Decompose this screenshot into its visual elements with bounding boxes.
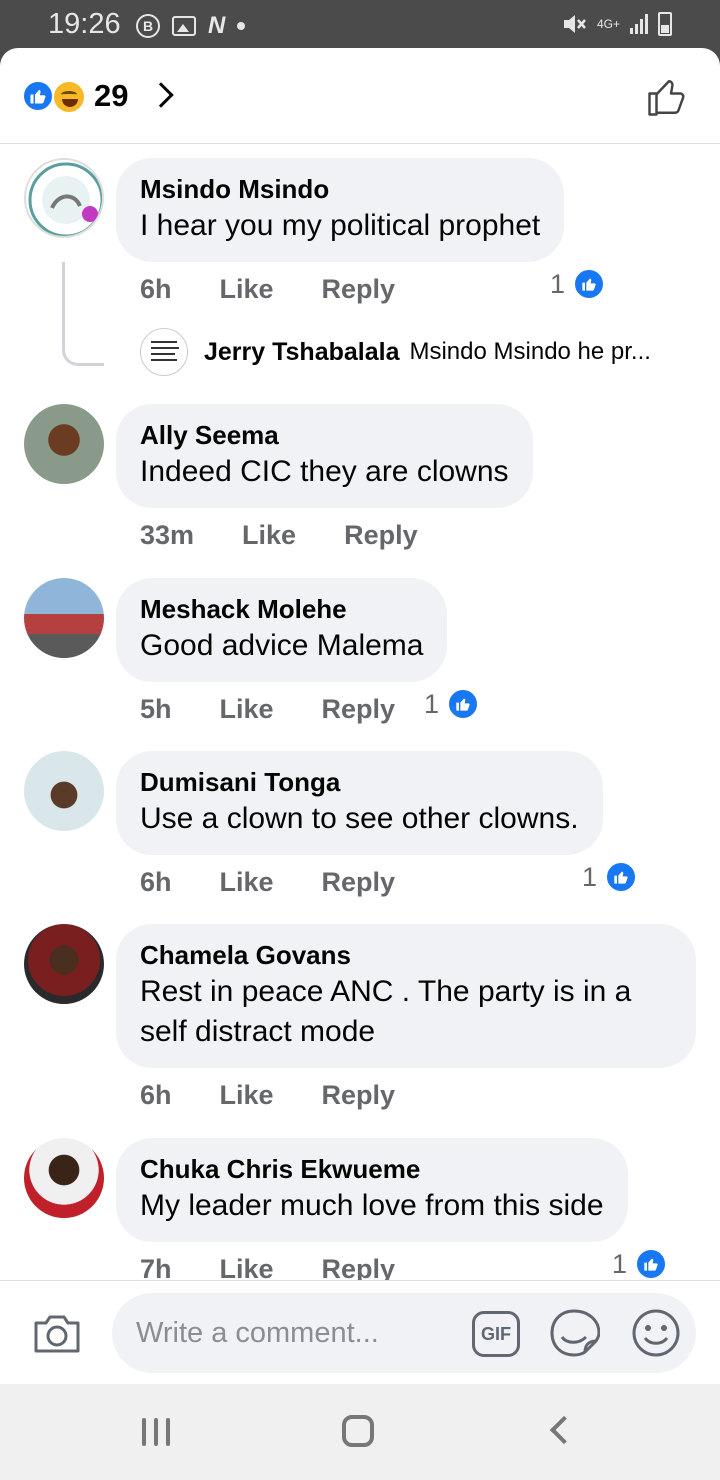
comment-text: My leader much love from this side bbox=[140, 1189, 604, 1222]
comment-composer: GIF bbox=[0, 1280, 720, 1384]
avatar[interactable] bbox=[24, 751, 104, 831]
reply-button[interactable]: Reply bbox=[344, 520, 418, 551]
like-badge-icon bbox=[605, 861, 638, 893]
comment-text: Use a clown to see other clowns. bbox=[140, 802, 579, 835]
like-count: 1 bbox=[550, 268, 566, 299]
reply-button[interactable]: Reply bbox=[322, 274, 396, 305]
comment-bubble[interactable]: Msindo Msindo I hear you my political pr… bbox=[116, 158, 565, 262]
reply-button[interactable]: Reply bbox=[322, 694, 396, 725]
comment-time: 6h bbox=[140, 274, 172, 304]
haha-reaction-icon bbox=[52, 80, 86, 114]
like-badge-icon bbox=[447, 688, 480, 720]
avatar[interactable] bbox=[24, 924, 104, 1004]
reactions-header[interactable]: 29 bbox=[0, 48, 720, 144]
comment-text: Rest in peace ANC . The party is in a se… bbox=[140, 975, 632, 1048]
b-badge-icon: B bbox=[136, 14, 160, 38]
comment-actions: 6h Like Reply bbox=[140, 1080, 443, 1111]
comment-text: Indeed CIC they are clowns bbox=[140, 455, 509, 488]
comment-actions: 33m Like Reply bbox=[140, 520, 466, 551]
recent-apps-icon[interactable] bbox=[142, 1418, 170, 1446]
like-badge-icon bbox=[635, 1248, 668, 1280]
sticker-icon[interactable] bbox=[548, 1307, 600, 1359]
like-reaction-icon bbox=[22, 80, 54, 112]
signal-icon bbox=[630, 14, 648, 34]
reply-button[interactable]: Reply bbox=[322, 1080, 396, 1111]
status-bar: 19:26 B N 4G+ bbox=[0, 0, 720, 48]
comment-time: 6h bbox=[140, 867, 172, 897]
reply-button[interactable]: Reply bbox=[322, 867, 396, 898]
comment-author[interactable]: Dumisani Tonga bbox=[140, 765, 579, 799]
comment-author[interactable]: Msindo Msindo bbox=[140, 172, 540, 206]
home-icon[interactable] bbox=[342, 1415, 374, 1447]
comment-time: 6h bbox=[140, 1080, 172, 1110]
comment-like-count[interactable]: 1 bbox=[582, 861, 638, 893]
reply-preview[interactable]: Jerry Tshabalala Msindo Msindo he pr... bbox=[140, 328, 700, 376]
emoji-icon[interactable] bbox=[630, 1307, 682, 1359]
comment-author[interactable]: Meshack Molehe bbox=[140, 592, 423, 626]
comment-text: Good advice Malema bbox=[140, 629, 424, 662]
comment-author[interactable]: Ally Seema bbox=[140, 418, 509, 452]
like-count: 1 bbox=[582, 861, 598, 892]
comment-actions: 6h Like Reply bbox=[140, 867, 443, 898]
comment-bubble[interactable]: Ally Seema Indeed CIC they are clowns bbox=[116, 404, 533, 508]
comment-like-count[interactable]: 1 bbox=[550, 268, 606, 300]
avatar[interactable] bbox=[24, 1138, 104, 1218]
comment-input[interactable] bbox=[136, 1311, 456, 1355]
gif-button[interactable]: GIF bbox=[472, 1311, 520, 1357]
comment-actions: 5h Like Reply bbox=[140, 694, 443, 725]
thread-connector bbox=[62, 262, 104, 366]
comment-bubble[interactable]: Chamela Govans Rest in peace ANC . The p… bbox=[116, 924, 696, 1068]
like-button[interactable]: Like bbox=[220, 274, 274, 305]
like-count: 1 bbox=[612, 1248, 628, 1279]
comment-time: 5h bbox=[140, 694, 172, 724]
comment-actions: 6h Like Reply bbox=[140, 274, 443, 305]
comment-bubble[interactable]: Meshack Molehe Good advice Malema bbox=[116, 578, 448, 682]
comment-text: I hear you my political prophet bbox=[140, 209, 541, 242]
avatar[interactable] bbox=[24, 578, 104, 658]
comment-input-container[interactable]: GIF bbox=[112, 1293, 696, 1373]
mute-icon bbox=[563, 15, 586, 33]
system-nav-bar bbox=[0, 1384, 720, 1480]
more-notifications-dot-icon bbox=[237, 22, 246, 30]
avatar[interactable] bbox=[24, 404, 104, 484]
comment-author[interactable]: Chuka Chris Ekwueme bbox=[140, 1152, 604, 1186]
n-app-icon: N bbox=[208, 12, 226, 39]
comment-time: 33m bbox=[140, 520, 195, 550]
camera-icon[interactable] bbox=[32, 1311, 82, 1355]
reply-text: Msindo Msindo he pr... bbox=[409, 338, 651, 365]
comment-like-count[interactable]: 1 bbox=[612, 1248, 668, 1280]
reaction-count: 29 bbox=[94, 78, 129, 113]
comment-bubble[interactable]: Chuka Chris Ekwueme My leader much love … bbox=[116, 1138, 628, 1242]
comment-author[interactable]: Chamela Govans bbox=[140, 938, 672, 972]
like-button[interactable]: Like bbox=[220, 867, 274, 898]
thumbs-up-icon[interactable] bbox=[646, 76, 688, 118]
status-time: 19:26 bbox=[48, 8, 121, 40]
comments-sheet: 29 Msindo Msindo I hear you my political… bbox=[0, 48, 720, 1384]
like-button[interactable]: Like bbox=[242, 520, 296, 551]
like-button[interactable]: Like bbox=[220, 1080, 274, 1111]
gallery-icon bbox=[172, 16, 196, 36]
chevron-right-icon[interactable] bbox=[148, 82, 174, 108]
like-count: 1 bbox=[424, 688, 440, 719]
comment-like-count[interactable]: 1 bbox=[424, 688, 480, 720]
network-type: 4G+ bbox=[596, 17, 620, 31]
like-badge-icon bbox=[573, 268, 606, 300]
back-icon[interactable] bbox=[549, 1415, 579, 1445]
like-button[interactable]: Like bbox=[220, 694, 274, 725]
reply-author: Jerry Tshabalala bbox=[204, 337, 400, 366]
reply-avatar bbox=[140, 328, 188, 376]
comment-bubble[interactable]: Dumisani Tonga Use a clown to see other … bbox=[116, 751, 603, 855]
battery-icon bbox=[658, 12, 672, 36]
avatar[interactable] bbox=[24, 158, 104, 238]
